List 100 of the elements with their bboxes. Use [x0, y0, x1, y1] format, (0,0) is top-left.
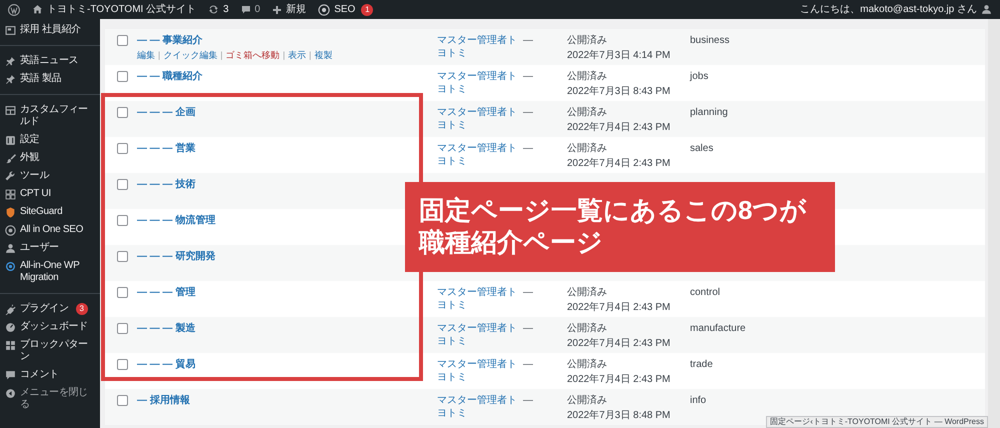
- gear-icon: [5, 225, 16, 236]
- row-action-link[interactable]: 編集: [137, 49, 155, 62]
- slug-cell-text: info: [690, 394, 706, 408]
- page-title-link[interactable]: — — — 物流管理: [137, 214, 216, 227]
- wrench-icon: [5, 171, 16, 182]
- row-action-link[interactable]: クイック編集: [163, 49, 218, 62]
- slug-cell-text: jobs: [690, 70, 708, 84]
- comments-cell-text: —: [522, 106, 534, 120]
- comments-cell-text: —: [522, 394, 534, 408]
- author-link[interactable]: マスター管理者トヨトミ: [437, 34, 517, 65]
- page-title-link[interactable]: — — 事業紹介: [137, 34, 203, 47]
- user-icon: [981, 4, 992, 15]
- callout-banner: 固定ページ一覧にあるこの8つが職種紹介ページ: [405, 182, 835, 272]
- updates-link[interactable]: 3: [208, 2, 229, 17]
- sidebar-item[interactable]: ダッシュボード: [0, 318, 100, 336]
- row-checkbox[interactable]: [117, 71, 128, 82]
- comments-cell-text: —: [522, 322, 534, 336]
- plus-icon: [272, 4, 282, 14]
- comment-icon: [240, 4, 251, 14]
- separator-mark: |: [220, 49, 223, 62]
- page-title-link[interactable]: — 採用情報: [137, 394, 190, 407]
- new-link[interactable]: 新規: [272, 2, 306, 17]
- row-action-link[interactable]: 表示: [288, 49, 306, 62]
- page-title-link[interactable]: — — — 技術: [137, 178, 196, 191]
- sync-icon: [5, 261, 16, 272]
- comments-link[interactable]: 0: [240, 2, 260, 17]
- slug-cell-text: trade: [690, 358, 713, 372]
- row-action-link[interactable]: 複製: [314, 49, 332, 62]
- row-checkbox[interactable]: [117, 395, 128, 406]
- plug-icon: [5, 304, 16, 315]
- comments-cell-text: —: [522, 70, 534, 84]
- pin-icon: [5, 74, 16, 85]
- sidebar-item[interactable]: 英語 製品: [0, 70, 100, 88]
- row-checkbox[interactable]: [117, 215, 128, 226]
- sidebar-item[interactable]: プラグイン 3: [0, 300, 100, 318]
- row-checkbox[interactable]: [117, 179, 128, 190]
- slug-cell-text: planning: [690, 106, 728, 120]
- status-text: 公開済み: [567, 142, 608, 155]
- page-title-link[interactable]: — — — 企画: [137, 106, 196, 119]
- date-text: 2022年7月4日 2:43 PM: [567, 337, 672, 350]
- author-link[interactable]: マスター管理者トヨトミ: [437, 322, 517, 353]
- row-checkbox[interactable]: [117, 251, 128, 262]
- comments-cell-text: —: [522, 34, 534, 48]
- row-checkbox[interactable]: [117, 35, 128, 46]
- sidebar-item[interactable]: All in One SEO: [0, 221, 100, 239]
- row-checkbox[interactable]: [117, 143, 128, 154]
- page-title-link[interactable]: — — — 貿易: [137, 358, 196, 371]
- sidebar-item[interactable]: ユーザー: [0, 239, 100, 257]
- collapse-icon: [5, 388, 16, 399]
- page-title-link[interactable]: — — — 研究開発: [137, 250, 216, 263]
- separator-mark: |: [158, 49, 160, 62]
- greeting-link[interactable]: こんにちは、makoto@ast-tokyo.jp さん: [800, 2, 977, 17]
- separator-mark: |: [282, 49, 286, 62]
- seo-link[interactable]: SEO 1: [318, 2, 374, 17]
- row-checkbox[interactable]: [117, 107, 128, 118]
- date-text: 2022年7月4日 2:43 PM: [567, 373, 672, 386]
- sidebar-item[interactable]: SiteGuard: [0, 203, 100, 221]
- sidebar-item[interactable]: 英語ニュース: [0, 52, 100, 70]
- author-link[interactable]: マスター管理者トヨトミ: [437, 106, 517, 137]
- date-text: 2022年7月3日 8:48 PM: [567, 409, 672, 422]
- date-text: 2022年7月4日 2:43 PM: [567, 157, 672, 170]
- sidebar-item[interactable]: 採用 社員紹介: [0, 21, 100, 39]
- sidebar-item[interactable]: メニューを閉じる: [0, 384, 100, 414]
- author-link[interactable]: マスター管理者トヨトミ: [437, 142, 517, 173]
- sliders-icon: [5, 135, 16, 146]
- comments-cell-text: —: [522, 286, 534, 300]
- sidebar-item[interactable]: 外観: [0, 149, 100, 167]
- slug-cell-text: sales: [690, 142, 714, 156]
- sidebar-item[interactable]: カスタムフィールド: [0, 101, 100, 131]
- grid-icon: [5, 105, 16, 116]
- author-link[interactable]: マスター管理者トヨトミ: [437, 358, 517, 389]
- status-text: 公開済み: [567, 106, 608, 119]
- sidebar-item[interactable]: ブロックパターン: [0, 336, 100, 366]
- status-text: 公開済み: [567, 394, 608, 407]
- date-text: 2022年7月3日 8:43 PM: [567, 85, 672, 98]
- sidebar-item[interactable]: ツール: [0, 167, 100, 185]
- page-title-link[interactable]: — — — 管理: [137, 286, 196, 299]
- author-link[interactable]: マスター管理者トヨトミ: [437, 394, 517, 425]
- pin-icon: [5, 56, 16, 67]
- notification-badge: 1: [361, 4, 374, 16]
- sidebar-item[interactable]: All-in-One WP Migration: [0, 257, 100, 287]
- sidebar-item[interactable]: コメント: [0, 366, 100, 384]
- author-link[interactable]: マスター管理者トヨトミ: [437, 70, 517, 101]
- sidebar-item[interactable]: CPT UI: [0, 185, 100, 203]
- status-text: 公開済み: [567, 70, 608, 83]
- page-title-link[interactable]: — — 職種紹介: [137, 70, 203, 83]
- page-title-link[interactable]: — — — 営業: [137, 142, 196, 155]
- status-tooltip: 固定ページ‹トヨトミ-TOYOTOMI 公式サイト — WordPress: [766, 416, 988, 428]
- wordpress-logo-icon[interactable]: [8, 4, 20, 16]
- date-text: 2022年7月4日 2:43 PM: [567, 301, 672, 314]
- row-checkbox[interactable]: [117, 323, 128, 334]
- row-checkbox[interactable]: [117, 287, 128, 298]
- gauge-icon: [5, 322, 16, 333]
- site-title-link[interactable]: トヨトミ-TOYOTOMI 公式サイト: [47, 2, 196, 17]
- page-title-link[interactable]: — — — 製造: [137, 322, 196, 335]
- sidebar-item[interactable]: 設定: [0, 131, 100, 149]
- author-link[interactable]: マスター管理者トヨトミ: [437, 286, 517, 317]
- row-action-link[interactable]: ゴミ箱へ移動: [226, 49, 280, 62]
- row-checkbox[interactable]: [117, 359, 128, 370]
- status-text: 公開済み: [567, 34, 608, 47]
